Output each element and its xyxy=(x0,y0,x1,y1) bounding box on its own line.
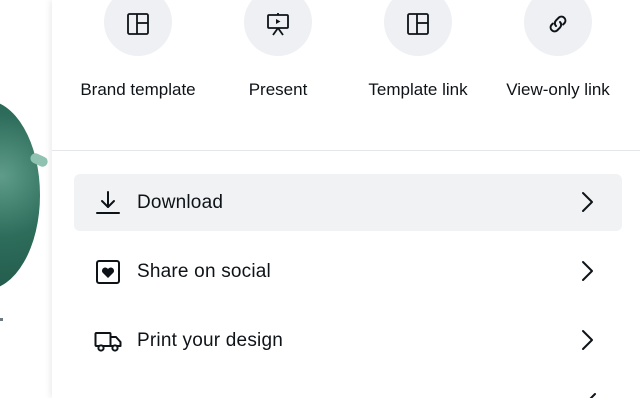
template-link-button[interactable]: Template link xyxy=(348,0,488,140)
layout-icon xyxy=(407,13,429,35)
share-on-social-label: Share on social xyxy=(137,261,271,282)
chevron-right-icon xyxy=(582,330,593,350)
quick-actions-row: Brand template Present Template link Vie… xyxy=(52,0,640,150)
chevron-right-icon xyxy=(582,192,593,212)
view-only-link-label: View-only link xyxy=(506,80,610,99)
brand-template-icon-circle xyxy=(104,0,172,56)
present-button[interactable]: Present xyxy=(208,0,348,140)
view-only-link-button[interactable]: View-only link xyxy=(488,0,628,140)
share-panel: Brand template Present Template link Vie… xyxy=(52,0,640,398)
share-screen: Brand template Present Template link Vie… xyxy=(0,0,640,398)
truck-icon xyxy=(94,332,122,352)
present-label: Present xyxy=(248,80,308,99)
design-canvas[interactable] xyxy=(0,0,52,398)
chevron-right-icon xyxy=(589,393,596,398)
canvas-marker xyxy=(0,318,3,321)
layout-icon xyxy=(127,13,149,35)
template-link-label: Template link xyxy=(368,80,468,99)
canvas-graphic xyxy=(0,100,40,290)
next-menu-item-partial[interactable] xyxy=(52,386,640,398)
download-label: Download xyxy=(137,192,224,213)
presentation-icon xyxy=(267,13,289,36)
present-icon-circle xyxy=(244,0,312,56)
share-on-social-button[interactable]: Share on social xyxy=(74,243,622,300)
brand-template-button[interactable]: Brand template xyxy=(68,0,208,140)
download-button[interactable]: Download xyxy=(74,174,622,231)
chevron-right-icon xyxy=(582,261,593,281)
brand-template-label: Brand template xyxy=(80,80,196,99)
template-link-icon-circle xyxy=(384,0,452,56)
section-divider xyxy=(52,150,640,151)
download-icon xyxy=(96,191,120,214)
print-your-design-button[interactable]: Print your design xyxy=(74,312,622,369)
heart-box-icon xyxy=(96,260,120,284)
print-your-design-label: Print your design xyxy=(137,330,283,351)
link-icon xyxy=(549,15,567,33)
view-only-link-icon-circle xyxy=(524,0,592,56)
